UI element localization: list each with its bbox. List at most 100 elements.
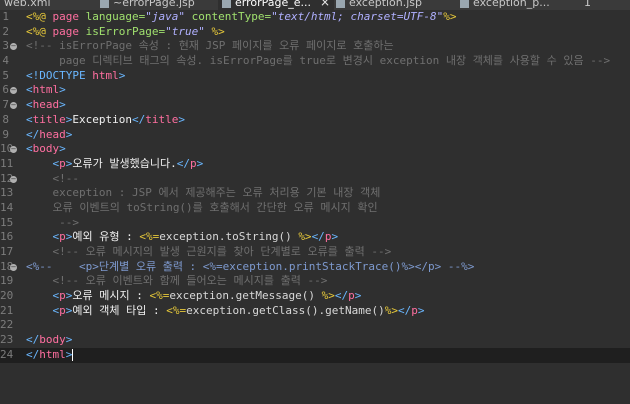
fold-toggle-icon[interactable]: − [10, 146, 17, 154]
code-text: 오류 이벤트의 toString()를 호출해서 간단한 오류 메시지 확인 [26, 201, 377, 216]
code-token: html [32, 83, 60, 97]
code-line[interactable]: 22 [0, 318, 630, 333]
code-line[interactable]: 16 <p > 예외 유형 : <%=exception.toString() %>… [0, 230, 630, 245]
code-text: <p>오류가 발생했습니다.</p> [26, 157, 203, 172]
code-line[interactable]: 12− <!-- [0, 172, 630, 187]
line-number: 21 [0, 303, 14, 317]
code-text: --> [26, 216, 79, 231]
jsp-file-icon [336, 0, 345, 8]
fold-toggle-icon[interactable]: − [10, 102, 17, 110]
code-token: > [59, 98, 66, 112]
tab-0[interactable]: web.xml [0, 0, 74, 10]
code-line[interactable]: 8 <title>Exception</title> [0, 113, 630, 128]
code-line[interactable]: 17 <!-- 오류 메시지의 발생 근원지를 찾아 단계별로 오류를 출력 -… [0, 245, 630, 260]
code-token: exception.getClass().getName() [186, 303, 385, 317]
code-line[interactable]: 5 <!DOCTYPE html> [0, 69, 630, 84]
code-token: < [26, 142, 33, 156]
tab-4[interactable]: exception_p... [456, 0, 564, 10]
code-line[interactable]: 19 <!-- 오류 이벤트와 함께 들어오는 메시지를 출력 --> [0, 274, 630, 289]
tab-label: ~errorPage.jsp [113, 0, 195, 9]
fold-toggle-icon[interactable]: − [10, 43, 17, 51]
fold-toggle-icon[interactable]: − [10, 263, 17, 271]
code-token: <!DOCTYPE [26, 68, 93, 82]
tab-1[interactable]: ~errorPage.jsp [96, 0, 212, 10]
close-tab-icon[interactable]: × [320, 0, 330, 10]
code-token: %> [443, 10, 457, 23]
code-token: exception : JSP 에서 제공해주는 오류 처리용 기본 내장 객체 [26, 186, 381, 200]
line-number: 19 [0, 274, 14, 288]
code-text: <%@ page language="java" contentType="te… [26, 10, 457, 25]
code-token: "text/html; charset=UTF-8" [271, 10, 444, 23]
line-number: 17 [0, 245, 14, 258]
code-token: p [348, 289, 355, 303]
tab-3[interactable]: exception.jsp [332, 0, 442, 10]
line-number: 9 [2, 127, 9, 141]
tab-label: errorPage_e... [235, 0, 312, 9]
code-text: <!-- [26, 172, 79, 187]
code-line[interactable]: 6− <html> [0, 83, 630, 98]
code-line[interactable]: 1 <%@ page language="java" contentType="t… [0, 10, 630, 25]
line-number: 10 [0, 142, 14, 156]
code-token: < [26, 289, 60, 303]
code-line[interactable]: 2 <%@ page isErrorPage="true" %> [0, 25, 630, 40]
code-token: html [92, 68, 119, 82]
code-token: page [52, 24, 86, 38]
code-token: > [59, 83, 66, 97]
code-token: <%@ [26, 10, 53, 23]
code-line[interactable]: 4 page 디렉티브 태그의 속성. isErrorPage를 true로 변… [0, 54, 630, 69]
code-token: "true" [165, 24, 212, 38]
code-text: </head> [26, 128, 72, 143]
code-token: p [59, 230, 66, 244]
fold-toggle-icon[interactable]: − [10, 87, 17, 95]
tab-label: exception_p... [473, 0, 550, 9]
tab-label: web.xml [4, 0, 51, 9]
code-text: page 디렉티브 태그의 속성. isErrorPage를 true로 변경시… [26, 54, 610, 69]
code-line[interactable]: 7− <head> [0, 98, 630, 113]
code-token: html [39, 347, 66, 361]
code-token: exception.getMessage() [169, 289, 322, 303]
code-line[interactable]: 21 <p>예외 객체 타입 : <%=exception.getClass()… [0, 304, 630, 319]
code-token: page [52, 10, 86, 23]
code-token: <%@ [26, 24, 53, 38]
code-line[interactable]: 20 <p>오류 메시지 : <%=exception.getMessage()… [0, 289, 630, 304]
code-line[interactable]: 13 exception : JSP 에서 제공해주는 오류 처리용 기본 내장… [0, 186, 630, 201]
line-number: 14 [0, 200, 14, 214]
code-token: > [59, 142, 66, 156]
code-text: <title>Exception</title> [26, 113, 185, 128]
code-text: <p>예외 유형 : <%=exception.toString() %></p… [26, 230, 338, 245]
code-token: title [145, 112, 179, 126]
code-token: < [26, 112, 33, 126]
code-token: exception.toString() [159, 230, 299, 244]
code-token: 예외 객체 타입 : [72, 303, 167, 317]
code-token: </ [311, 230, 325, 244]
tab-2[interactable]: errorPage_e... × [218, 0, 334, 10]
code-token: title [32, 112, 66, 126]
line-number: 11 [0, 156, 14, 170]
code-text: <p>오류 메시지 : <%=exception.getMessage() %>… [26, 289, 361, 304]
jsp-file-icon [460, 0, 469, 8]
code-line[interactable]: 23 </body> [0, 333, 630, 348]
code-line[interactable]: 11 <p>오류가 발생했습니다.</p> [0, 157, 630, 172]
code-editor[interactable]: 1 <%@ page language="java" contentType="t… [0, 10, 630, 404]
code-line[interactable]: 15 --> [0, 216, 630, 231]
line-number: 12 [0, 171, 14, 185]
line-number: 2 [2, 24, 9, 38]
fold-toggle-icon[interactable]: − [10, 175, 17, 183]
code-text: </html> [26, 347, 74, 363]
code-line[interactable]: 3− <!-- isErrorPage 속성 : 현재 JSP 페이지를 오류 페… [0, 39, 630, 54]
code-line[interactable]: 10− <body> [0, 142, 630, 157]
code-token: --> [26, 215, 79, 229]
line-number: 23 [0, 333, 14, 347]
code-token: > [118, 68, 126, 82]
code-line[interactable]: 24 </html> [0, 347, 630, 363]
line-number: 3 [2, 39, 9, 53]
jsp-file-icon [222, 0, 231, 8]
code-line[interactable]: 14 오류 이벤트의 toString()를 호출해서 간단한 오류 메시지 확… [0, 201, 630, 216]
code-token: head [39, 127, 66, 141]
code-line[interactable]: 9 </head> [0, 128, 630, 143]
code-line[interactable]: 18− <%-- <p>단계별 오류 출력 : <%=exception.prin… [0, 260, 630, 275]
tab-5[interactable]: 1 [580, 0, 630, 10]
line-number: 20 [0, 289, 14, 303]
code-token: <%-- <p>단계별 오류 출력 : <%=exception.printSt… [26, 259, 475, 273]
code-text: <%@ page isErrorPage="true" %> [26, 25, 225, 40]
